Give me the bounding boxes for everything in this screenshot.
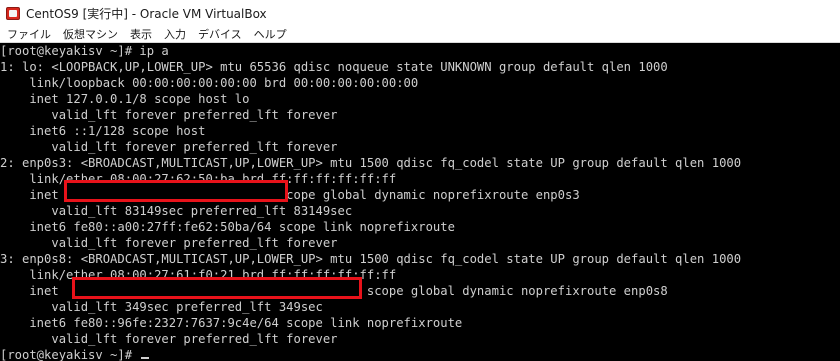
menu-input[interactable]: 入力 <box>158 26 192 43</box>
vm-console[interactable]: [root@keyakisv ~]# ip a 1: lo: <LOOPBACK… <box>0 43 840 361</box>
window-titlebar[interactable]: CentOS9 [実行中] - Oracle VM VirtualBox <box>0 0 840 26</box>
terminal-prompt: [root@keyakisv ~]# <box>0 348 140 361</box>
window-title: CentOS9 [実行中] - Oracle VM VirtualBox <box>26 6 267 21</box>
terminal-line: valid_lft forever preferred_lft forever <box>0 332 338 346</box>
menu-file[interactable]: ファイル <box>0 26 57 43</box>
terminal-prompt-line: [root@keyakisv ~]# <box>0 347 150 361</box>
terminal-line: [root@keyakisv ~]# ip a <box>0 44 169 58</box>
redaction-box-enp0s8-address <box>72 277 362 299</box>
terminal-line: inet6 ::1/128 scope host <box>0 124 206 138</box>
menu-bar: ファイル 仮想マシン 表示 入力 デバイス ヘルプ <box>0 26 840 43</box>
terminal-line: valid_lft forever preferred_lft forever <box>0 140 338 154</box>
menu-devices[interactable]: デバイス <box>192 26 248 43</box>
terminal-line: inet6 fe80::a00:27ff:fe62:50ba/64 scope … <box>0 220 455 234</box>
menu-view[interactable]: 表示 <box>124 26 158 43</box>
terminal-line: valid_lft forever preferred_lft forever <box>0 108 338 122</box>
menu-help[interactable]: ヘルプ <box>248 26 293 43</box>
virtualbox-icon <box>6 6 20 20</box>
menu-machine[interactable]: 仮想マシン <box>57 26 124 43</box>
terminal-line: valid_lft 349sec preferred_lft 349sec <box>0 300 323 314</box>
redaction-box-enp0s3-address <box>64 180 288 202</box>
terminal-line: inet6 fe80::96fe:2327:7637:9c4e/64 scope… <box>0 316 463 330</box>
terminal-line: valid_lft forever preferred_lft forever <box>0 236 338 250</box>
text-cursor <box>141 357 150 359</box>
terminal-line: 3: enp0s8: <BROADCAST,MULTICAST,UP,LOWER… <box>0 252 742 266</box>
terminal-line: 1: lo: <LOOPBACK,UP,LOWER_UP> mtu 65536 … <box>0 60 668 74</box>
terminal-line: link/loopback 00:00:00:00:00:00 brd 00:0… <box>0 76 419 90</box>
terminal-line: valid_lft 83149sec preferred_lft 83149se… <box>0 204 353 218</box>
terminal-line: 2: enp0s3: <BROADCAST,MULTICAST,UP,LOWER… <box>0 156 742 170</box>
terminal-line: inet 127.0.0.1/8 scope host lo <box>0 92 250 106</box>
